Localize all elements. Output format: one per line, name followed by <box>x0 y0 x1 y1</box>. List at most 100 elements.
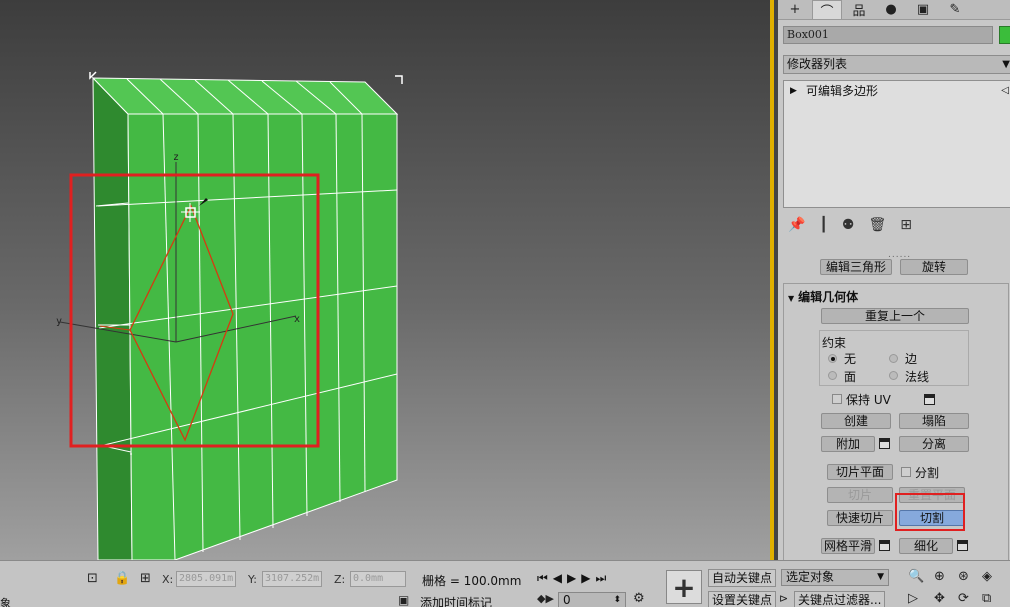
box-front-face <box>127 113 398 560</box>
meshsmooth-settings-button[interactable] <box>879 540 890 551</box>
tab-modify[interactable]: ⌒ <box>812 0 842 20</box>
preserve-uv-label: 保持 UV <box>846 393 891 407</box>
meshsmooth-button[interactable]: 网格平滑 <box>821 538 875 554</box>
quickslice-button[interactable]: 快速切片 <box>827 510 893 526</box>
zoom-all-icon[interactable]: ⊕ <box>934 569 945 584</box>
object-name-field[interactable]: Box001 <box>783 26 993 44</box>
tab-motion[interactable]: ● <box>876 0 906 19</box>
make-unique-icon[interactable]: ⚉ <box>842 217 855 233</box>
gizmo-y-label: y <box>56 316 62 327</box>
lightbulb-icon[interactable]: ◁ <box>1001 83 1009 99</box>
modifier-list-label: 修改器列表 <box>787 57 848 71</box>
repeat-last-button[interactable]: 重复上一个 <box>821 308 969 324</box>
constraints-label: 约束 <box>822 336 847 350</box>
add-key-plus-icon[interactable]: + <box>666 570 702 604</box>
create-button[interactable]: 创建 <box>821 413 891 429</box>
tab-create[interactable]: + <box>780 0 810 19</box>
key-filters-button[interactable]: 关键点过滤器... <box>794 591 886 607</box>
edit-triangles-button[interactable]: 编辑三角形 <box>820 259 892 275</box>
attach-list-button[interactable] <box>879 438 890 449</box>
rollout-title-text: 编辑几何体 <box>798 290 859 304</box>
key-mode-icon[interactable]: ⊳ <box>779 592 788 605</box>
field-of-view-icon[interactable]: ▷ <box>908 591 918 606</box>
coord-y-label: Y: <box>248 573 257 586</box>
rollout-title[interactable]: ▼ 编辑几何体 <box>788 288 858 305</box>
coord-z-label: Z: <box>334 573 346 586</box>
isolate-selection-icon[interactable]: ⊡ <box>87 571 98 586</box>
tab-display[interactable]: ▣ <box>908 0 938 19</box>
time-tag-icon[interactable]: ▣ <box>398 593 409 607</box>
split-checkbox[interactable] <box>901 467 911 477</box>
detach-button[interactable]: 分离 <box>899 436 969 452</box>
constraint-face-radio[interactable] <box>828 371 837 380</box>
playback-controls[interactable]: ⏮◀▶▶⏭ <box>537 571 611 586</box>
constraint-none-label: 无 <box>844 352 857 366</box>
box-top-face <box>91 77 399 115</box>
current-frame-spinner[interactable]: 0 ⬍ <box>558 592 626 607</box>
constraint-normal-label: 法线 <box>905 370 930 384</box>
zoom-extents-all-icon[interactable]: ◈ <box>982 569 992 584</box>
slice-button[interactable]: 切片 <box>827 487 893 503</box>
perspective-viewport[interactable]: z y x <box>0 0 774 560</box>
preserve-uv-settings-button[interactable] <box>924 394 935 405</box>
time-config-icon[interactable]: ⚙ <box>633 591 645 606</box>
coord-z-field[interactable]: 0.0mm <box>350 571 406 587</box>
show-end-result-icon[interactable]: ┃ <box>819 217 827 233</box>
modifier-list-dropdown[interactable]: 修改器列表 ▼ <box>783 55 1010 74</box>
tessellate-button[interactable]: 细化 <box>899 538 953 554</box>
attach-button[interactable]: 附加 <box>821 436 875 452</box>
add-time-tag[interactable]: 添加时间标记 <box>420 594 492 607</box>
stack-toolbar: 📌 ┃ ⚉ 🗑 ⊞ <box>788 216 912 234</box>
current-frame-value: 0 <box>563 593 571 607</box>
tab-hierarchy[interactable]: 品 <box>844 0 874 19</box>
gizmo-z-label: z <box>173 152 179 163</box>
lock-icon[interactable]: 🔒 <box>114 571 130 586</box>
constraint-normal-radio[interactable] <box>889 371 898 380</box>
coord-x-field[interactable]: 2805.091m <box>176 571 236 587</box>
orbit-icon[interactable]: ⟳ <box>958 591 969 606</box>
maximize-viewport-icon[interactable]: ⧉ <box>982 591 991 606</box>
constraint-face-label: 面 <box>844 370 857 384</box>
selection-bracket <box>395 75 403 84</box>
pan-icon[interactable]: ✥ <box>934 591 945 606</box>
turn-button[interactable]: 旋转 <box>900 259 968 275</box>
object-color-swatch[interactable] <box>999 26 1010 44</box>
coord-x-label: X: <box>162 573 174 586</box>
frame-nav-icon[interactable]: ◆▶ <box>537 592 554 605</box>
configure-sets-icon[interactable]: ⊞ <box>900 217 912 233</box>
cut-highlight-box <box>895 493 965 531</box>
slice-plane-button[interactable]: 切片平面 <box>827 464 893 480</box>
pin-stack-icon[interactable]: 📌 <box>788 217 805 233</box>
command-panel-tabs: + ⌒ 品 ● ▣ ✎ <box>778 0 1010 20</box>
constraint-edge-label: 边 <box>905 352 918 366</box>
expand-triangle-icon[interactable]: ▶ <box>790 83 797 99</box>
selected-object-label: 选定对象 <box>786 570 835 584</box>
chevron-down-icon: ▼ <box>1002 59 1010 70</box>
tessellate-settings-button[interactable] <box>957 540 968 551</box>
preserve-uv-checkbox[interactable] <box>832 394 842 404</box>
constraint-edge-radio[interactable] <box>889 354 898 363</box>
zoom-extents-icon[interactable]: ⊛ <box>958 569 969 584</box>
selection-bracket <box>89 71 97 80</box>
collapse-icon: ▼ <box>788 294 795 303</box>
auto-key-button[interactable]: 自动关键点 <box>708 569 777 587</box>
constraint-none-radio[interactable] <box>828 354 837 363</box>
absolute-mode-icon[interactable]: ⊞ <box>140 571 151 586</box>
modifier-stack[interactable]: ▶ 可编辑多边形 ◁ <box>783 80 1010 208</box>
tab-utilities[interactable]: ✎ <box>940 0 970 19</box>
split-label: 分割 <box>915 466 940 480</box>
gizmo-x-label: x <box>294 314 300 325</box>
status-prompt-text: 象 <box>0 597 11 607</box>
set-key-button[interactable]: 设置关键点 <box>708 591 777 607</box>
chevron-down-icon: ▼ <box>877 572 884 582</box>
stack-item-label: 可编辑多边形 <box>806 84 879 98</box>
active-viewport-border <box>770 0 774 560</box>
box-left-face <box>92 76 133 560</box>
collapse-button[interactable]: 塌陷 <box>899 413 969 429</box>
coord-y-field[interactable]: 3107.252m <box>262 571 322 587</box>
scene-canvas[interactable]: z y x <box>0 0 774 560</box>
stack-item-editable-poly[interactable]: ▶ 可编辑多边形 ◁ <box>784 83 1010 99</box>
selected-object-dropdown[interactable]: 选定对象 ▼ <box>781 569 889 586</box>
remove-modifier-icon[interactable]: 🗑 <box>868 217 886 233</box>
zoom-icon[interactable]: 🔍 <box>908 569 924 584</box>
